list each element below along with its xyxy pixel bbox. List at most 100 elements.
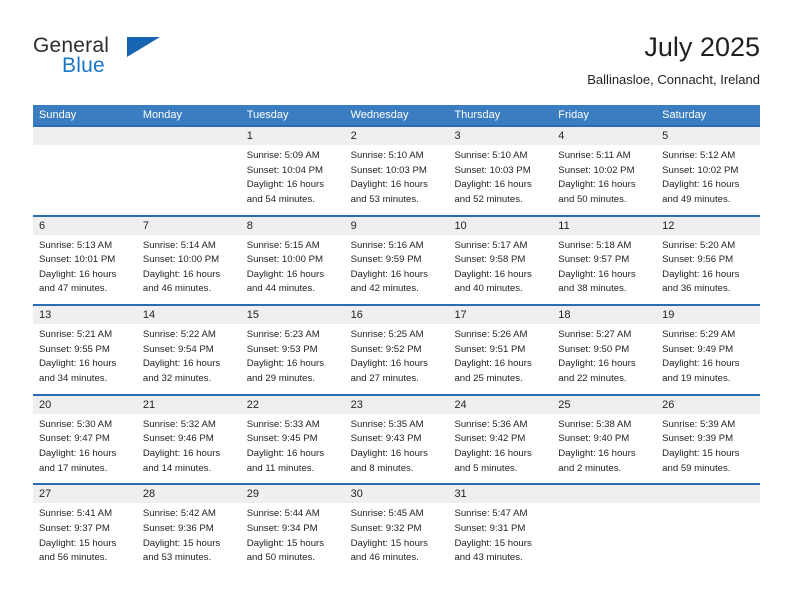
day-cell[interactable]: 24 Sunrise: 5:36 AM Sunset: 9:42 PM Dayl… (448, 395, 553, 484)
day-number: 19 (662, 309, 675, 322)
day-number-band: 5 (656, 127, 761, 145)
day-details: Sunrise: 5:26 AM Sunset: 9:51 PM Dayligh… (448, 324, 552, 386)
day-cell[interactable]: 25 Sunrise: 5:38 AM Sunset: 9:40 PM Dayl… (552, 395, 657, 484)
sunrise-text: Sunrise: 5:09 AM (246, 150, 320, 161)
daylight-text-line1: Daylight: 16 hours (246, 268, 325, 280)
day-cell[interactable]: 22 Sunrise: 5:33 AM Sunset: 9:45 PM Dayl… (240, 395, 345, 484)
day-cell[interactable]: 8 Sunrise: 5:15 AM Sunset: 10:00 PM Dayl… (240, 216, 345, 305)
day-cell[interactable]: 21 Sunrise: 5:32 AM Sunset: 9:46 PM Dayl… (136, 395, 241, 484)
day-cell[interactable] (136, 127, 241, 215)
day-number: 7 (142, 219, 149, 232)
sunrise-text: Sunrise: 5:12 AM (662, 150, 736, 161)
day-cell[interactable]: 9 Sunrise: 5:16 AM Sunset: 9:59 PM Dayli… (344, 216, 449, 305)
weekday-header-sunday: Sunday (39, 109, 77, 121)
day-number: 10 (454, 219, 467, 232)
day-cell[interactable] (33, 127, 137, 215)
day-number: 16 (350, 309, 363, 322)
page-header: General Blue July 2025 Ballinasloe, Conn… (33, 30, 760, 96)
day-number-band: 13 (33, 306, 137, 325)
sunset-text: Sunset: 10:03 PM (350, 164, 427, 176)
day-cell[interactable]: 11 Sunrise: 5:18 AM Sunset: 9:57 PM Dayl… (552, 216, 657, 305)
sunrise-text: Sunrise: 5:42 AM (142, 508, 216, 520)
day-number-band: 14 (136, 306, 241, 325)
day-cell[interactable] (656, 485, 761, 573)
day-cell[interactable]: 29 Sunrise: 5:44 AM Sunset: 9:34 PM Dayl… (240, 485, 345, 573)
weekday-header-row: Sunday Monday Tuesday Wednesday Thursday… (33, 105, 760, 125)
day-cell[interactable]: 20 Sunrise: 5:30 AM Sunset: 9:47 PM Dayl… (33, 395, 137, 484)
weekday-header-wednesday: Wednesday (350, 109, 409, 121)
day-number: 6 (39, 219, 46, 232)
day-cell[interactable]: 2 Sunrise: 5:10 AM Sunset: 10:03 PM Dayl… (344, 127, 449, 215)
sunrise-text: Sunrise: 5:30 AM (39, 418, 113, 430)
day-number: 25 (558, 398, 571, 411)
day-cell[interactable]: 26 Sunrise: 5:39 AM Sunset: 9:39 PM Dayl… (656, 395, 761, 484)
day-number: 14 (142, 309, 156, 322)
day-cell[interactable]: 18 Sunrise: 5:27 AM Sunset: 9:50 PM Dayl… (552, 306, 657, 394)
daylight-text-line1: Daylight: 15 hours (662, 447, 740, 459)
day-cell[interactable]: 7 Sunrise: 5:14 AM Sunset: 10:00 PM Dayl… (136, 216, 241, 305)
daylight-text-line2: and 52 minutes. (454, 193, 523, 205)
day-cell[interactable]: 15 Sunrise: 5:23 AM Sunset: 9:53 PM Dayl… (240, 306, 345, 394)
sunrise-text: Sunrise: 5:18 AM (558, 239, 632, 251)
day-number-band: 29 (240, 485, 345, 504)
daylight-text-line1: Daylight: 16 hours (350, 268, 428, 280)
day-cell[interactable]: 19 Sunrise: 5:29 AM Sunset: 9:49 PM Dayl… (656, 306, 761, 394)
daylight-text-line2: and 46 minutes. (350, 552, 419, 564)
day-cell[interactable]: 14 Sunrise: 5:22 AM Sunset: 9:54 PM Dayl… (136, 306, 241, 394)
day-cell[interactable]: 5 Sunrise: 5:12 AM Sunset: 10:02 PM Dayl… (656, 127, 761, 215)
day-number-band (33, 127, 137, 145)
day-details: Sunrise: 5:17 AM Sunset: 9:58 PM Dayligh… (448, 235, 552, 297)
daylight-text-line2: and 40 minutes. (454, 283, 523, 295)
day-number-band: 9 (344, 216, 449, 235)
day-cell[interactable]: 31 Sunrise: 5:47 AM Sunset: 9:31 PM Dayl… (448, 485, 553, 573)
sunrise-text: Sunrise: 5:22 AM (142, 329, 216, 341)
day-details: Sunrise: 5:45 AM Sunset: 9:32 PM Dayligh… (345, 503, 449, 565)
day-number: 30 (350, 488, 363, 501)
daylight-text-line1: Daylight: 15 hours (142, 537, 221, 549)
day-cell[interactable]: 28 Sunrise: 5:42 AM Sunset: 9:36 PM Dayl… (136, 485, 241, 573)
day-cell[interactable]: 1 Sunrise: 5:09 AM Sunset: 10:04 PM Dayl… (240, 127, 345, 215)
day-cell[interactable]: 10 Sunrise: 5:17 AM Sunset: 9:58 PM Dayl… (448, 216, 553, 305)
day-cell[interactable]: 4 Sunrise: 5:11 AM Sunset: 10:02 PM Dayl… (552, 127, 657, 215)
day-details: Sunrise: 5:10 AM Sunset: 10:03 PM Daylig… (345, 145, 449, 207)
sunset-text: Sunset: 10:02 PM (558, 164, 635, 176)
day-number-band: 3 (448, 127, 553, 145)
day-cell[interactable]: 3 Sunrise: 5:10 AM Sunset: 10:03 PM Dayl… (448, 127, 553, 215)
sunset-text: Sunset: 9:37 PM (39, 522, 110, 534)
day-number: 11 (558, 219, 570, 232)
day-details: Sunrise: 5:33 AM Sunset: 9:45 PM Dayligh… (241, 414, 345, 476)
day-cell[interactable]: 23 Sunrise: 5:35 AM Sunset: 9:43 PM Dayl… (344, 395, 449, 484)
daylight-text-line2: and 47 minutes. (39, 283, 108, 295)
day-number-band: 19 (656, 306, 761, 325)
sunrise-text: Sunrise: 5:32 AM (142, 418, 216, 430)
day-cell[interactable] (552, 485, 657, 573)
day-cell[interactable]: 13 Sunrise: 5:21 AM Sunset: 9:55 PM Dayl… (33, 306, 137, 394)
day-cell[interactable]: 12 Sunrise: 5:20 AM Sunset: 9:56 PM Dayl… (656, 216, 761, 305)
daylight-text-line1: Daylight: 16 hours (350, 179, 428, 191)
day-number: 2 (350, 130, 357, 142)
day-number-band: 26 (656, 395, 761, 414)
day-details: Sunrise: 5:15 AM Sunset: 10:00 PM Daylig… (241, 235, 345, 297)
week-row: 6 Sunrise: 5:13 AM Sunset: 10:01 PM Dayl… (33, 214, 761, 305)
daylight-text-line1: Daylight: 16 hours (350, 447, 428, 459)
day-number-band: 27 (33, 485, 137, 504)
sunrise-text: Sunrise: 5:10 AM (350, 150, 424, 161)
day-cell[interactable]: 27 Sunrise: 5:41 AM Sunset: 9:37 PM Dayl… (33, 485, 137, 573)
sunset-text: Sunset: 9:42 PM (454, 433, 526, 445)
day-details: Sunrise: 5:09 AM Sunset: 10:04 PM Daylig… (241, 145, 345, 207)
weekday-header-tuesday: Tuesday (246, 109, 289, 121)
sunset-text: Sunset: 10:01 PM (39, 254, 116, 266)
day-cell[interactable]: 30 Sunrise: 5:45 AM Sunset: 9:32 PM Dayl… (344, 485, 449, 573)
daylight-text-line2: and 32 minutes. (142, 372, 212, 384)
day-number-band: 20 (33, 395, 137, 414)
daylight-text-line2: and 56 minutes. (39, 552, 108, 564)
sunset-text: Sunset: 9:43 PM (350, 433, 422, 445)
day-cell[interactable]: 6 Sunrise: 5:13 AM Sunset: 10:01 PM Dayl… (33, 216, 137, 305)
day-cell[interactable]: 17 Sunrise: 5:26 AM Sunset: 9:51 PM Dayl… (448, 306, 553, 394)
day-number: 31 (454, 488, 467, 501)
sunrise-text: Sunrise: 5:23 AM (246, 329, 320, 341)
day-cell[interactable]: 16 Sunrise: 5:25 AM Sunset: 9:52 PM Dayl… (344, 306, 449, 394)
logo-text-blue: Blue (62, 54, 105, 77)
sunset-text: Sunset: 9:57 PM (558, 254, 630, 266)
sunset-text: Sunset: 9:59 PM (350, 254, 422, 266)
